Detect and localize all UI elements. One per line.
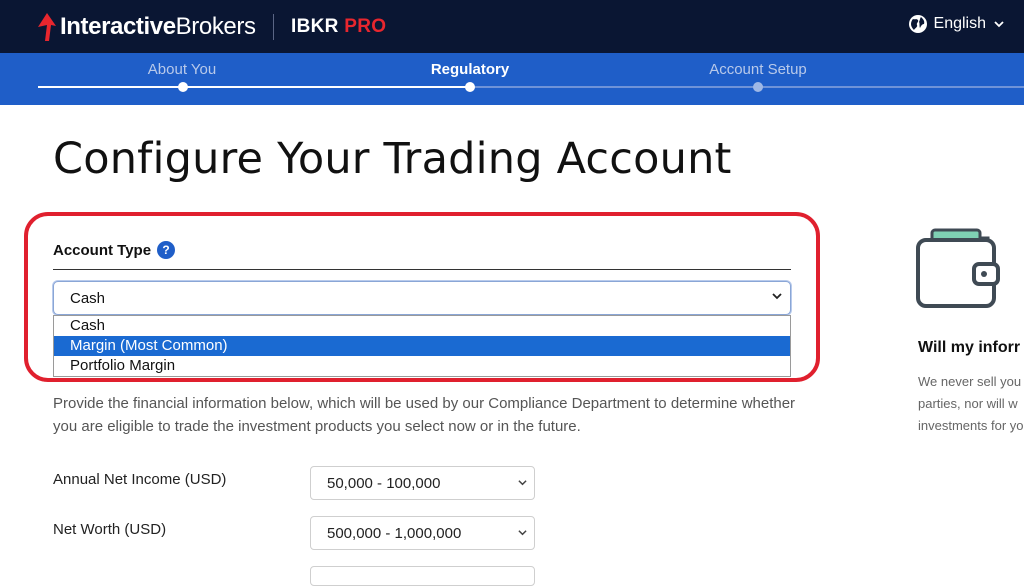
side-panel-line: We never sell you — [918, 374, 1022, 389]
language-label: English — [933, 15, 986, 32]
net-worth-label: Net Worth (USD) — [53, 521, 167, 538]
side-panel-line: investments for yo — [918, 418, 1024, 433]
step-regulatory[interactable]: Regulatory — [431, 61, 509, 78]
step-dot-account-setup — [753, 82, 763, 92]
side-panel-text: We never sell you parties, nor will w in… — [918, 371, 1024, 437]
account-type-dropdown: Cash Margin (Most Common) Portfolio Marg… — [53, 315, 791, 377]
option-portfolio-margin[interactable]: Portfolio Margin — [54, 356, 790, 376]
step-about-you[interactable]: About You — [148, 61, 216, 78]
next-field-select[interactable] — [310, 566, 535, 586]
account-type-value: Cash — [70, 289, 106, 307]
chevron-down-icon — [994, 21, 1004, 28]
product-accent: PRO — [344, 16, 387, 37]
progress-line-complete — [38, 86, 470, 88]
header-divider — [273, 14, 274, 40]
section-divider — [53, 269, 791, 270]
progress-steps: About You Regulatory Account Setup — [0, 53, 1024, 105]
chevron-down-icon — [772, 293, 782, 300]
help-icon[interactable]: ? — [157, 241, 176, 259]
brand-name: InteractiveBrokers — [60, 13, 256, 40]
page-title: Configure Your Trading Account — [53, 134, 732, 184]
brand-logo[interactable]: InteractiveBrokers — [36, 12, 256, 42]
globe-icon — [908, 15, 927, 33]
side-panel-line: parties, nor will w — [918, 396, 1018, 411]
annual-net-income-value: 50,000 - 100,000 — [327, 474, 441, 492]
annual-net-income-select[interactable]: 50,000 - 100,000 — [310, 466, 535, 500]
step-dot-regulatory — [465, 82, 475, 92]
chevron-down-icon — [518, 530, 527, 536]
ib-logo-icon — [38, 13, 56, 41]
account-type-label-text: Account Type — [53, 241, 152, 259]
chevron-down-icon — [518, 480, 527, 486]
side-panel-title: Will my inforr — [918, 339, 1021, 356]
top-header: InteractiveBrokers IBKR PRO English — [0, 0, 1024, 53]
option-cash[interactable]: Cash — [54, 316, 790, 336]
step-account-setup: Account Setup — [709, 61, 807, 78]
wallet-icon — [916, 228, 1000, 308]
option-margin[interactable]: Margin (Most Common) — [54, 336, 790, 356]
account-type-label: Account Type ? — [53, 241, 176, 259]
account-type-select[interactable]: Cash — [53, 281, 791, 315]
language-selector[interactable]: English — [908, 14, 1004, 34]
product-name: IBKR PRO — [291, 16, 386, 38]
annual-net-income-label: Annual Net Income (USD) — [53, 471, 227, 488]
net-worth-select[interactable]: 500,000 - 1,000,000 — [310, 516, 535, 550]
net-worth-value: 500,000 - 1,000,000 — [327, 524, 462, 542]
progress-line-remaining — [470, 86, 1024, 88]
product-main: IBKR — [291, 16, 339, 37]
financial-intro-text: Provide the financial information below,… — [53, 395, 796, 435]
step-dot-about-you — [178, 82, 188, 92]
